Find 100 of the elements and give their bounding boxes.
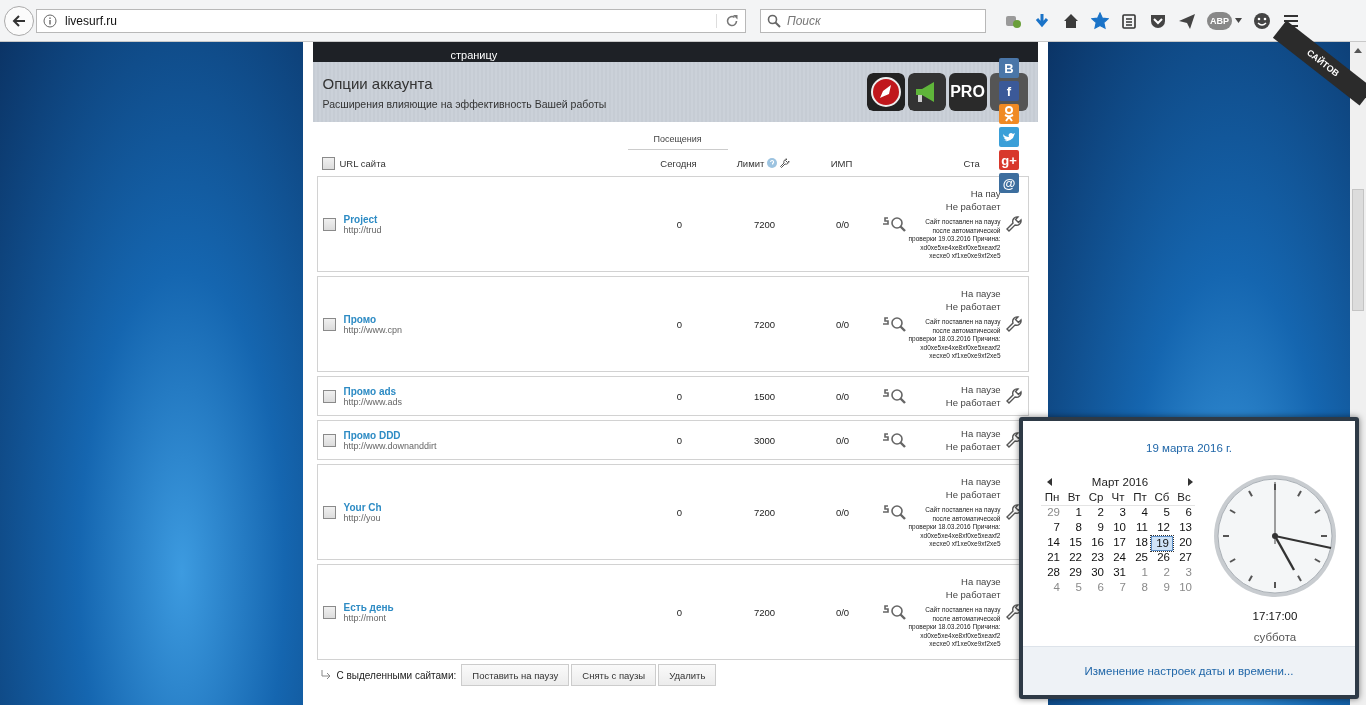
magnifier-icon[interactable] [881, 387, 906, 405]
site-name-link[interactable]: Промо DDD [343, 429, 637, 441]
date-link[interactable]: 19 марта 2016 г. [1023, 442, 1355, 454]
calendar-day[interactable]: 17 [1107, 536, 1129, 551]
search-field[interactable]: Поиск [760, 8, 986, 33]
bulk-action-button[interactable]: Удалить [658, 664, 717, 686]
calendar-day[interactable]: 6 [1085, 581, 1107, 596]
scroll-up-arrow-icon[interactable] [1354, 48, 1362, 53]
site-name-link[interactable]: Промо [343, 313, 637, 325]
clipboard-list-icon[interactable] [1120, 11, 1138, 30]
calendar-day[interactable]: 23 [1085, 551, 1107, 566]
magnifier-icon[interactable] [881, 503, 906, 521]
table-cell-text: 0 [675, 606, 684, 618]
smiley-icon[interactable] [1253, 11, 1271, 30]
month-title[interactable]: Март 2016 [1091, 476, 1149, 488]
calendar-day[interactable]: 3 [1107, 506, 1129, 521]
back-button[interactable] [4, 5, 34, 36]
calendar-day[interactable]: 2 [1085, 506, 1107, 521]
row-checkbox[interactable] [322, 605, 336, 619]
star-icon[interactable] [1091, 11, 1109, 30]
calendar-day[interactable]: 30 [1085, 566, 1107, 581]
home-icon[interactable] [1062, 11, 1080, 30]
calendar-day[interactable]: 9 [1151, 581, 1173, 596]
row-checkbox[interactable] [322, 505, 336, 519]
row-checkbox[interactable] [322, 389, 336, 403]
adblock-badge: ABP [1207, 11, 1232, 30]
calendar-day[interactable]: 7 [1041, 521, 1063, 536]
calendar-day[interactable]: 11 [1129, 521, 1151, 536]
share-button[interactable]: g+ [999, 150, 1019, 170]
header-band-text: страницу [450, 48, 498, 62]
calendar-day[interactable]: 22 [1063, 551, 1085, 566]
download-icon[interactable] [1033, 11, 1051, 30]
next-month-icon[interactable] [1188, 478, 1193, 486]
paper-plane-icon[interactable] [1178, 11, 1196, 30]
magnifier-icon[interactable] [881, 315, 906, 333]
calendar-day[interactable]: 4 [1129, 506, 1151, 521]
calendar-day[interactable]: 8 [1063, 521, 1085, 536]
share-button[interactable]: В [999, 58, 1019, 78]
info-icon[interactable] [43, 13, 57, 28]
calendar-day[interactable]: 15 [1063, 536, 1085, 551]
wrench-icon[interactable] [780, 158, 791, 168]
calendar-day[interactable]: 9 [1085, 521, 1107, 536]
calendar-day[interactable]: 6 [1173, 506, 1195, 521]
calendar-day[interactable]: 25 [1129, 551, 1151, 566]
select-all-checkbox[interactable] [321, 156, 335, 170]
row-checkbox[interactable] [322, 433, 336, 447]
site-name-link[interactable]: Промо ads [343, 385, 637, 397]
calendar-day[interactable]: 3 [1173, 566, 1195, 581]
magnifier-icon[interactable] [881, 603, 906, 621]
calendar-day[interactable]: 13 [1173, 521, 1195, 536]
address-bar[interactable]: livesurf.ru [36, 8, 746, 33]
share-button[interactable]: f [999, 81, 1019, 101]
settings-link[interactable]: Изменение настроек даты и времени... [1084, 665, 1294, 677]
reload-icon[interactable] [716, 13, 739, 28]
bulk-action-button[interactable]: Поставить на паузу [461, 664, 570, 686]
megaphone-icon[interactable] [907, 73, 946, 111]
pro-tile[interactable]: PRO [948, 73, 987, 111]
calendar-day[interactable]: 5 [1151, 506, 1173, 521]
status-text: Не работает [944, 588, 1001, 602]
wrench-icon[interactable] [1005, 215, 1023, 233]
calendar-day[interactable]: 29 [1063, 566, 1085, 581]
calendar-day[interactable]: 18 [1129, 536, 1151, 551]
rocket-icon[interactable] [866, 73, 905, 111]
calendar-day[interactable]: 29 [1041, 506, 1063, 521]
calendar-day[interactable]: 7 [1107, 581, 1129, 596]
adblock-button[interactable]: ABP [1207, 11, 1242, 30]
site-name-link[interactable]: Project [343, 213, 637, 225]
column-header: Лимит [736, 157, 765, 169]
calendar-day[interactable]: 28 [1041, 566, 1063, 581]
share-button[interactable] [999, 127, 1019, 147]
calendar-day[interactable]: 26 [1151, 551, 1173, 566]
magnifier-icon[interactable] [881, 431, 906, 449]
table-cell-text: 7200 [752, 218, 777, 230]
calendar-day[interactable]: 1 [1129, 566, 1151, 581]
calendar-day[interactable]: 1 [1063, 506, 1085, 521]
scrollbar-thumb[interactable] [1352, 189, 1364, 311]
status-text: Не работает [944, 488, 1001, 502]
wrench-icon[interactable] [1005, 387, 1023, 405]
calendar-day[interactable]: 20 [1173, 536, 1195, 551]
site-name-link[interactable]: Есть день [343, 601, 637, 613]
calendar-day[interactable]: 8 [1129, 581, 1151, 596]
calendar-day[interactable]: 24 [1107, 551, 1129, 566]
share-button[interactable]: @ [999, 173, 1019, 193]
site-name-link[interactable]: Your Ch [343, 501, 637, 513]
calendar-day[interactable]: 2 [1151, 566, 1173, 581]
wrench-icon[interactable] [1005, 315, 1023, 333]
row-checkbox[interactable] [322, 317, 336, 331]
calendar-day[interactable]: 27 [1173, 551, 1195, 566]
row-checkbox[interactable] [322, 217, 336, 231]
calendar-day[interactable]: 16 [1085, 536, 1107, 551]
calendar-day[interactable]: 19 [1151, 536, 1173, 551]
calendar-day[interactable]: 14 [1041, 536, 1063, 551]
calendar-day[interactable]: 5 [1063, 581, 1085, 596]
calendar-day[interactable]: 10 [1173, 581, 1195, 596]
calendar-day[interactable]: 10 [1107, 521, 1129, 536]
calendar-day[interactable]: 21 [1041, 551, 1063, 566]
calendar-day[interactable]: 31 [1107, 566, 1129, 581]
magnifier-icon[interactable] [881, 215, 906, 233]
calendar-day[interactable]: 12 [1151, 521, 1173, 536]
bulk-action-button[interactable]: Снять с паузы [571, 664, 657, 686]
